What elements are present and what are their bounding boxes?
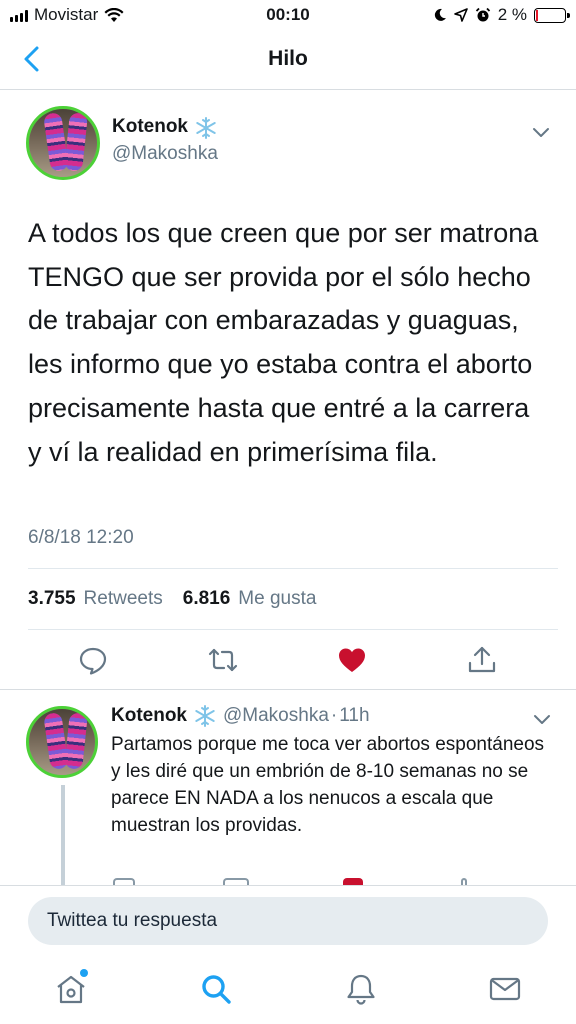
moon-icon xyxy=(434,8,446,21)
reply-avatar[interactable] xyxy=(26,706,98,778)
tweet-actions xyxy=(0,645,576,679)
snowflake-icon xyxy=(195,705,215,727)
notifications-icon[interactable] xyxy=(344,972,378,1006)
reply-input-placeholder: Twittea tu respuesta xyxy=(47,910,218,931)
retweets-label[interactable]: Retweets xyxy=(84,588,163,610)
retweets-count[interactable]: 3.755 xyxy=(28,588,76,610)
tweet-timestamp: 6/8/18 12:20 xyxy=(28,527,134,548)
tab-bar xyxy=(0,955,576,1024)
reply-input[interactable]: Twittea tu respuesta xyxy=(28,897,548,945)
battery-icon xyxy=(534,7,570,23)
home-icon[interactable] xyxy=(54,972,88,1006)
page-title: Hilo xyxy=(268,47,308,70)
share-icon[interactable] xyxy=(467,645,497,675)
snowflake-icon xyxy=(196,117,216,139)
reply-separator: · xyxy=(330,705,338,727)
reply-handle: @Makoshka xyxy=(223,705,329,727)
likes-label[interactable]: Me gusta xyxy=(238,588,316,610)
reply-composer: Twittea tu respuesta xyxy=(0,885,576,955)
tweet-text: A todos los que creen que por ser matron… xyxy=(28,218,539,467)
alarm-icon xyxy=(475,7,490,22)
chevron-down-icon[interactable] xyxy=(533,714,551,726)
reply-icon[interactable] xyxy=(78,645,108,675)
messages-icon[interactable] xyxy=(488,972,522,1006)
author-name: Kotenok xyxy=(112,116,188,138)
author-handle[interactable]: @Makoshka xyxy=(112,143,218,165)
chevron-down-icon[interactable] xyxy=(532,127,550,139)
reply-author-name: Kotenok xyxy=(111,705,187,727)
likes-count[interactable]: 6.816 xyxy=(183,588,231,610)
battery-percent: 2 % xyxy=(497,5,527,24)
reply-time: 11h xyxy=(339,705,370,727)
notification-dot xyxy=(80,969,88,977)
status-bar-right: 2 % xyxy=(433,5,570,25)
divider xyxy=(28,568,558,569)
like-icon[interactable] xyxy=(337,645,367,675)
reply-header[interactable]: Kotenok @Makoshka · 11h xyxy=(111,704,370,728)
thread-connector xyxy=(61,785,65,885)
tweet-stats: 3.755 Retweets 6.816 Me gusta xyxy=(28,588,316,610)
divider xyxy=(28,629,558,630)
reply-text: Partamos porque me toca ver abortos espo… xyxy=(111,734,545,836)
search-icon[interactable] xyxy=(199,972,233,1006)
retweet-icon[interactable] xyxy=(208,645,238,675)
avatar[interactable] xyxy=(26,106,100,180)
author-name-row[interactable]: Kotenok xyxy=(112,116,218,140)
status-bar: Movistar 00:10 2 % xyxy=(0,0,576,30)
location-arrow-icon xyxy=(453,8,468,22)
nav-bar: Hilo xyxy=(0,30,576,90)
thread-divider xyxy=(0,689,576,690)
